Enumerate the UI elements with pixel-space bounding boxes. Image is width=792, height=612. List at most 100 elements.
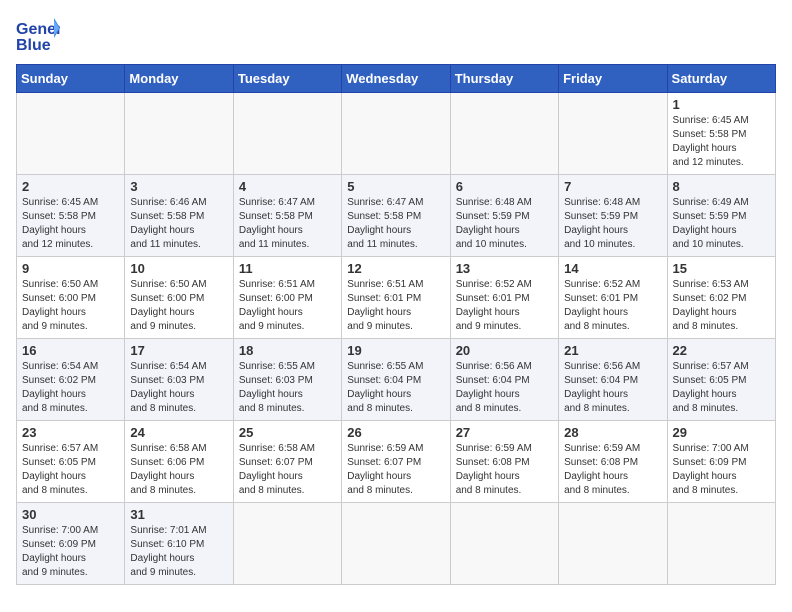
calendar-cell: 11 Sunrise: 6:51 AMSunset: 6:00 PMDayligh… xyxy=(233,257,341,339)
day-number: 31 xyxy=(130,507,227,522)
day-number: 15 xyxy=(673,261,770,276)
day-number: 5 xyxy=(347,179,444,194)
day-number: 10 xyxy=(130,261,227,276)
day-info: Sunrise: 6:45 AMSunset: 5:58 PMDaylight … xyxy=(673,114,770,170)
day-info: Sunrise: 6:48 AMSunset: 5:59 PMDaylight … xyxy=(564,196,661,252)
calendar-cell: 21Sunrise: 6:56 AMSunset: 6:04 PMDayligh… xyxy=(559,339,667,421)
day-info: Sunrise: 6:57 AMSunset: 6:05 PMDaylight … xyxy=(673,360,770,416)
day-number: 18 xyxy=(239,343,336,358)
day-info: Sunrise: 6:58 AMSunset: 6:07 PMDaylight … xyxy=(239,442,336,498)
day-number: 25 xyxy=(239,425,336,440)
calendar-cell: 17 Sunrise: 6:54 AMSunset: 6:03 PMDayligh… xyxy=(125,339,233,421)
col-header-friday: Friday xyxy=(559,65,667,93)
calendar-week-1: 1 Sunrise: 6:45 AMSunset: 5:58 PMDaylight… xyxy=(17,93,776,175)
calendar-cell: 29 Sunrise: 7:00 AMSunset: 6:09 PMDayligh… xyxy=(667,421,775,503)
day-info: Sunrise: 6:58 AMSunset: 6:06 PMDaylight … xyxy=(130,442,227,498)
day-info: Sunrise: 6:56 AMSunset: 6:04 PMDaylight … xyxy=(456,360,553,416)
calendar-cell xyxy=(125,93,233,175)
day-info: Sunrise: 6:52 AMSunset: 6:01 PMDaylight … xyxy=(456,278,553,334)
calendar-cell xyxy=(342,503,450,585)
day-number: 29 xyxy=(673,425,770,440)
day-info: Sunrise: 6:51 AMSunset: 6:01 PMDaylight … xyxy=(347,278,444,334)
calendar-week-2: 2 Sunrise: 6:45 AMSunset: 5:58 PMDaylight… xyxy=(17,175,776,257)
day-number: 7 xyxy=(564,179,661,194)
day-info: Sunrise: 6:59 AMSunset: 6:08 PMDaylight … xyxy=(456,442,553,498)
day-info: Sunrise: 6:55 AMSunset: 6:03 PMDaylight … xyxy=(239,360,336,416)
day-info: Sunrise: 6:57 AMSunset: 6:05 PMDaylight … xyxy=(22,442,119,498)
col-header-thursday: Thursday xyxy=(450,65,558,93)
calendar-cell: 2 Sunrise: 6:45 AMSunset: 5:58 PMDaylight… xyxy=(17,175,125,257)
day-number: 24 xyxy=(130,425,227,440)
day-info: Sunrise: 6:45 AMSunset: 5:58 PMDaylight … xyxy=(22,196,119,252)
calendar-cell: 30 Sunrise: 7:00 AMSunset: 6:09 PMDayligh… xyxy=(17,503,125,585)
day-info: Sunrise: 6:50 AMSunset: 6:00 PMDaylight … xyxy=(130,278,227,334)
calendar-cell xyxy=(233,503,341,585)
day-info: Sunrise: 6:51 AMSunset: 6:00 PMDaylight … xyxy=(239,278,336,334)
calendar-cell: 12 Sunrise: 6:51 AMSunset: 6:01 PMDayligh… xyxy=(342,257,450,339)
day-info: Sunrise: 6:49 AMSunset: 5:59 PMDaylight … xyxy=(673,196,770,252)
day-number: 20 xyxy=(456,343,553,358)
calendar-cell xyxy=(342,93,450,175)
day-number: 28 xyxy=(564,425,661,440)
calendar-cell: 4 Sunrise: 6:47 AMSunset: 5:58 PMDaylight… xyxy=(233,175,341,257)
day-number: 11 xyxy=(239,261,336,276)
calendar-table: SundayMondayTuesdayWednesdayThursdayFrid… xyxy=(16,64,776,585)
day-info: Sunrise: 6:47 AMSunset: 5:58 PMDaylight … xyxy=(347,196,444,252)
calendar-week-3: 9Sunrise: 6:50 AMSunset: 6:00 PMDaylight… xyxy=(17,257,776,339)
day-info: Sunrise: 6:46 AMSunset: 5:58 PMDaylight … xyxy=(130,196,227,252)
day-number: 2 xyxy=(22,179,119,194)
col-header-monday: Monday xyxy=(125,65,233,93)
day-number: 6 xyxy=(456,179,553,194)
day-info: Sunrise: 7:01 AMSunset: 6:10 PMDaylight … xyxy=(130,524,227,580)
day-info: Sunrise: 6:56 AMSunset: 6:04 PMDaylight … xyxy=(564,360,661,416)
calendar-cell: 20 Sunrise: 6:56 AMSunset: 6:04 PMDayligh… xyxy=(450,339,558,421)
page-header: General Blue xyxy=(16,16,776,52)
day-number: 12 xyxy=(347,261,444,276)
calendar-cell: 14 Sunrise: 6:52 AMSunset: 6:01 PMDayligh… xyxy=(559,257,667,339)
day-info: Sunrise: 6:47 AMSunset: 5:58 PMDaylight … xyxy=(239,196,336,252)
day-number: 16 xyxy=(22,343,119,358)
calendar-cell xyxy=(233,93,341,175)
day-number: 1 xyxy=(673,97,770,112)
day-number: 30 xyxy=(22,507,119,522)
calendar-week-4: 16 Sunrise: 6:54 AMSunset: 6:02 PMDayligh… xyxy=(17,339,776,421)
calendar-cell: 10 Sunrise: 6:50 AMSunset: 6:00 PMDayligh… xyxy=(125,257,233,339)
calendar-cell xyxy=(17,93,125,175)
day-number: 17 xyxy=(130,343,227,358)
day-number: 13 xyxy=(456,261,553,276)
svg-text:Blue: Blue xyxy=(16,37,51,54)
day-number: 8 xyxy=(673,179,770,194)
calendar-cell: 28 Sunrise: 6:59 AMSunset: 6:08 PMDayligh… xyxy=(559,421,667,503)
day-number: 26 xyxy=(347,425,444,440)
day-info: Sunrise: 6:52 AMSunset: 6:01 PMDaylight … xyxy=(564,278,661,334)
day-number: 23 xyxy=(22,425,119,440)
calendar-cell: 7 Sunrise: 6:48 AMSunset: 5:59 PMDaylight… xyxy=(559,175,667,257)
calendar-cell: 6Sunrise: 6:48 AMSunset: 5:59 PMDaylight… xyxy=(450,175,558,257)
calendar-cell: 15 Sunrise: 6:53 AMSunset: 6:02 PMDayligh… xyxy=(667,257,775,339)
calendar-cell: 8 Sunrise: 6:49 AMSunset: 5:59 PMDaylight… xyxy=(667,175,775,257)
calendar-week-6: 30 Sunrise: 7:00 AMSunset: 6:09 PMDayligh… xyxy=(17,503,776,585)
calendar-cell: 22 Sunrise: 6:57 AMSunset: 6:05 PMDayligh… xyxy=(667,339,775,421)
logo: General Blue xyxy=(16,16,60,52)
day-number: 14 xyxy=(564,261,661,276)
calendar-cell xyxy=(559,503,667,585)
calendar-cell: 23 Sunrise: 6:57 AMSunset: 6:05 PMDayligh… xyxy=(17,421,125,503)
day-number: 3 xyxy=(130,179,227,194)
calendar-cell xyxy=(559,93,667,175)
day-info: Sunrise: 6:53 AMSunset: 6:02 PMDaylight … xyxy=(673,278,770,334)
day-number: 27 xyxy=(456,425,553,440)
calendar-cell: 31 Sunrise: 7:01 AMSunset: 6:10 PMDayligh… xyxy=(125,503,233,585)
day-info: Sunrise: 6:54 AMSunset: 6:03 PMDaylight … xyxy=(130,360,227,416)
calendar-cell xyxy=(450,503,558,585)
day-info: Sunrise: 6:50 AMSunset: 6:00 PMDaylight … xyxy=(22,278,119,334)
day-info: Sunrise: 6:59 AMSunset: 6:08 PMDaylight … xyxy=(564,442,661,498)
svg-text:General: General xyxy=(16,21,60,38)
day-info: Sunrise: 6:54 AMSunset: 6:02 PMDaylight … xyxy=(22,360,119,416)
calendar-cell: 26Sunrise: 6:59 AMSunset: 6:07 PMDayligh… xyxy=(342,421,450,503)
day-info: Sunrise: 7:00 AMSunset: 6:09 PMDaylight … xyxy=(673,442,770,498)
day-info: Sunrise: 6:55 AMSunset: 6:04 PMDaylight … xyxy=(347,360,444,416)
day-number: 22 xyxy=(673,343,770,358)
day-info: Sunrise: 7:00 AMSunset: 6:09 PMDaylight … xyxy=(22,524,119,580)
calendar-cell xyxy=(450,93,558,175)
day-number: 4 xyxy=(239,179,336,194)
